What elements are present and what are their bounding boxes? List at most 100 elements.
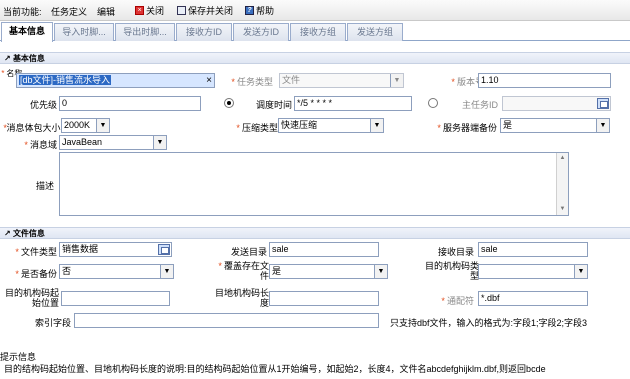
chevron-down-icon: ▼	[96, 119, 109, 132]
msg-domain-value: JavaBean	[62, 137, 103, 147]
schedule-label: 调度时间	[256, 100, 293, 110]
chevron-down-icon: ▼	[370, 119, 383, 132]
version-input[interactable]: 1.10	[478, 73, 611, 88]
help-button-label: 帮助	[256, 6, 275, 16]
target-start-label: 目的机构码起 始位置	[5, 288, 60, 308]
tab-export-script[interactable]: 导出时脚...	[115, 23, 175, 41]
server-backup-label: * 服务器端备份	[437, 123, 498, 133]
picker-icon[interactable]	[158, 244, 170, 255]
main-task-radio[interactable]	[428, 98, 438, 108]
section-file-title: 文件信息	[12, 229, 45, 238]
close-button[interactable]: × 关闭	[135, 4, 164, 17]
msg-size-select[interactable]: 2000K ▼	[61, 118, 110, 133]
chevron-down-icon: ▼	[160, 265, 173, 278]
scrollbar[interactable]: ▲ ▼	[556, 153, 568, 215]
help-button[interactable]: ? 帮助	[245, 4, 274, 17]
chevron-down-icon: ▼	[596, 119, 609, 132]
overwrite-value: 是	[272, 266, 282, 276]
backup-value: 否	[62, 266, 72, 276]
overwrite-label: * 覆盖存在文件	[218, 261, 270, 281]
main-task-input[interactable]	[502, 96, 611, 111]
chevron-down-icon: ▼	[153, 136, 166, 149]
recv-dir-label: 接收目录	[438, 247, 475, 257]
description-textarea[interactable]: ▲ ▼	[59, 152, 569, 216]
file-type-label: * 文件类型	[15, 247, 58, 257]
chevron-down-icon: ▼	[374, 265, 387, 278]
task-type-value: 文件	[282, 75, 301, 85]
wildcard-value: *.dbf	[481, 293, 500, 303]
send-dir-value: sale	[272, 244, 289, 254]
send-dir-input[interactable]: sale	[269, 242, 379, 257]
section-basic-title: 基本信息	[12, 54, 45, 63]
description-label: 描述	[36, 181, 55, 191]
section-basic-header: ↗ 基本信息	[0, 52, 630, 64]
save-close-button-label: 保存并关闭	[188, 6, 234, 16]
target-start-input[interactable]	[61, 291, 170, 306]
tab-import-script[interactable]: 导入时脚...	[54, 23, 114, 41]
index-field-label: 索引字段	[35, 318, 72, 328]
tab-receiver-id[interactable]: 接收方ID	[176, 23, 232, 41]
tab-basic-info[interactable]: 基本信息	[1, 22, 53, 42]
main-task-label: 主任务ID	[462, 100, 499, 110]
edit-menu[interactable]: 编辑	[97, 5, 115, 18]
file-type-input[interactable]: 销售数据	[59, 242, 172, 257]
schedule-radio[interactable]	[224, 98, 234, 108]
collapse-icon[interactable]: ↗	[4, 54, 13, 63]
clear-icon[interactable]: ×	[206, 74, 212, 87]
close-icon: ×	[135, 6, 144, 15]
task-type-select[interactable]: 文件 ▼	[279, 73, 404, 88]
name-input[interactable]: [db文件]-销售流水导入 ×	[16, 73, 215, 88]
file-type-value: 销售数据	[62, 244, 99, 254]
msg-domain-select[interactable]: JavaBean ▼	[59, 135, 167, 150]
target-type-label: 目的机构码类型	[425, 261, 480, 281]
backup-select[interactable]: 否 ▼	[59, 264, 174, 279]
save-icon	[177, 6, 186, 15]
tab-receiver-group[interactable]: 接收方组	[290, 23, 346, 41]
schedule-input[interactable]: */5 * * * *	[294, 96, 412, 111]
task-type-label: * 任务类型	[231, 77, 274, 87]
priority-value: 0	[62, 98, 68, 108]
wildcard-label: * 通配符	[441, 296, 475, 306]
server-backup-select[interactable]: 是 ▼	[500, 118, 610, 133]
toolbar: 当前功能: 任务定义 编辑 × 关闭 保存并关闭 ? 帮助	[0, 0, 630, 21]
version-value: 1.10	[481, 75, 499, 85]
task-def-menu[interactable]: 任务定义	[51, 5, 87, 18]
wildcard-input[interactable]: *.dbf	[478, 291, 588, 306]
server-backup-value: 是	[503, 120, 513, 130]
target-len-input[interactable]	[269, 291, 379, 306]
target-type-select[interactable]: ▼	[478, 264, 588, 279]
compress-select[interactable]: 快速压缩 ▼	[278, 118, 384, 133]
index-field-input[interactable]	[74, 313, 379, 328]
scroll-up-icon[interactable]: ▲	[557, 153, 568, 164]
name-value: [db文件]-销售流水导入	[19, 75, 112, 85]
msg-size-label: *消息体包大小	[3, 123, 61, 133]
compress-label: * 压缩类型	[236, 123, 279, 133]
priority-label: 优先级	[30, 100, 58, 110]
recv-dir-value: sale	[481, 244, 498, 254]
chevron-down-icon: ▼	[390, 74, 403, 87]
priority-input[interactable]: 0	[59, 96, 201, 111]
msg-domain-label: * 消息域	[24, 140, 58, 150]
dbf-format-note: 只支持dbf文件，输入的格式为:字段1;字段2;字段3	[390, 318, 588, 328]
target-len-label: 目地机构码长度	[215, 288, 270, 308]
schedule-value: */5 * * * *	[297, 98, 333, 108]
overwrite-select[interactable]: 是 ▼	[269, 264, 388, 279]
send-dir-label: 发送目录	[231, 247, 268, 257]
recv-dir-input[interactable]: sale	[478, 242, 588, 257]
picker-icon[interactable]	[597, 98, 609, 109]
tab-bar: 基本信息 导入时脚... 导出时脚... 接收方ID 发送方ID 接收方组 发送…	[0, 21, 630, 42]
scroll-down-icon[interactable]: ▼	[557, 204, 568, 215]
collapse-icon[interactable]: ↗	[4, 229, 13, 238]
tab-sender-id[interactable]: 发送方ID	[233, 23, 289, 41]
compress-value: 快速压缩	[281, 120, 318, 130]
current-function-label: 当前功能:	[3, 7, 42, 17]
section-file-header: ↗ 文件信息	[0, 227, 630, 239]
backup-label: * 是否备份	[15, 269, 58, 279]
help-icon: ?	[245, 6, 254, 15]
close-button-label: 关闭	[146, 6, 165, 16]
tab-sender-group[interactable]: 发送方组	[347, 23, 403, 41]
msg-size-value: 2000K	[64, 120, 91, 130]
chevron-down-icon: ▼	[574, 265, 587, 278]
tips-text: 目的结构码起始位置、目地机构码长度的说明:目的结构码起始位置从1开始编号，如起始…	[4, 364, 546, 374]
save-close-button[interactable]: 保存并关闭	[177, 4, 233, 17]
